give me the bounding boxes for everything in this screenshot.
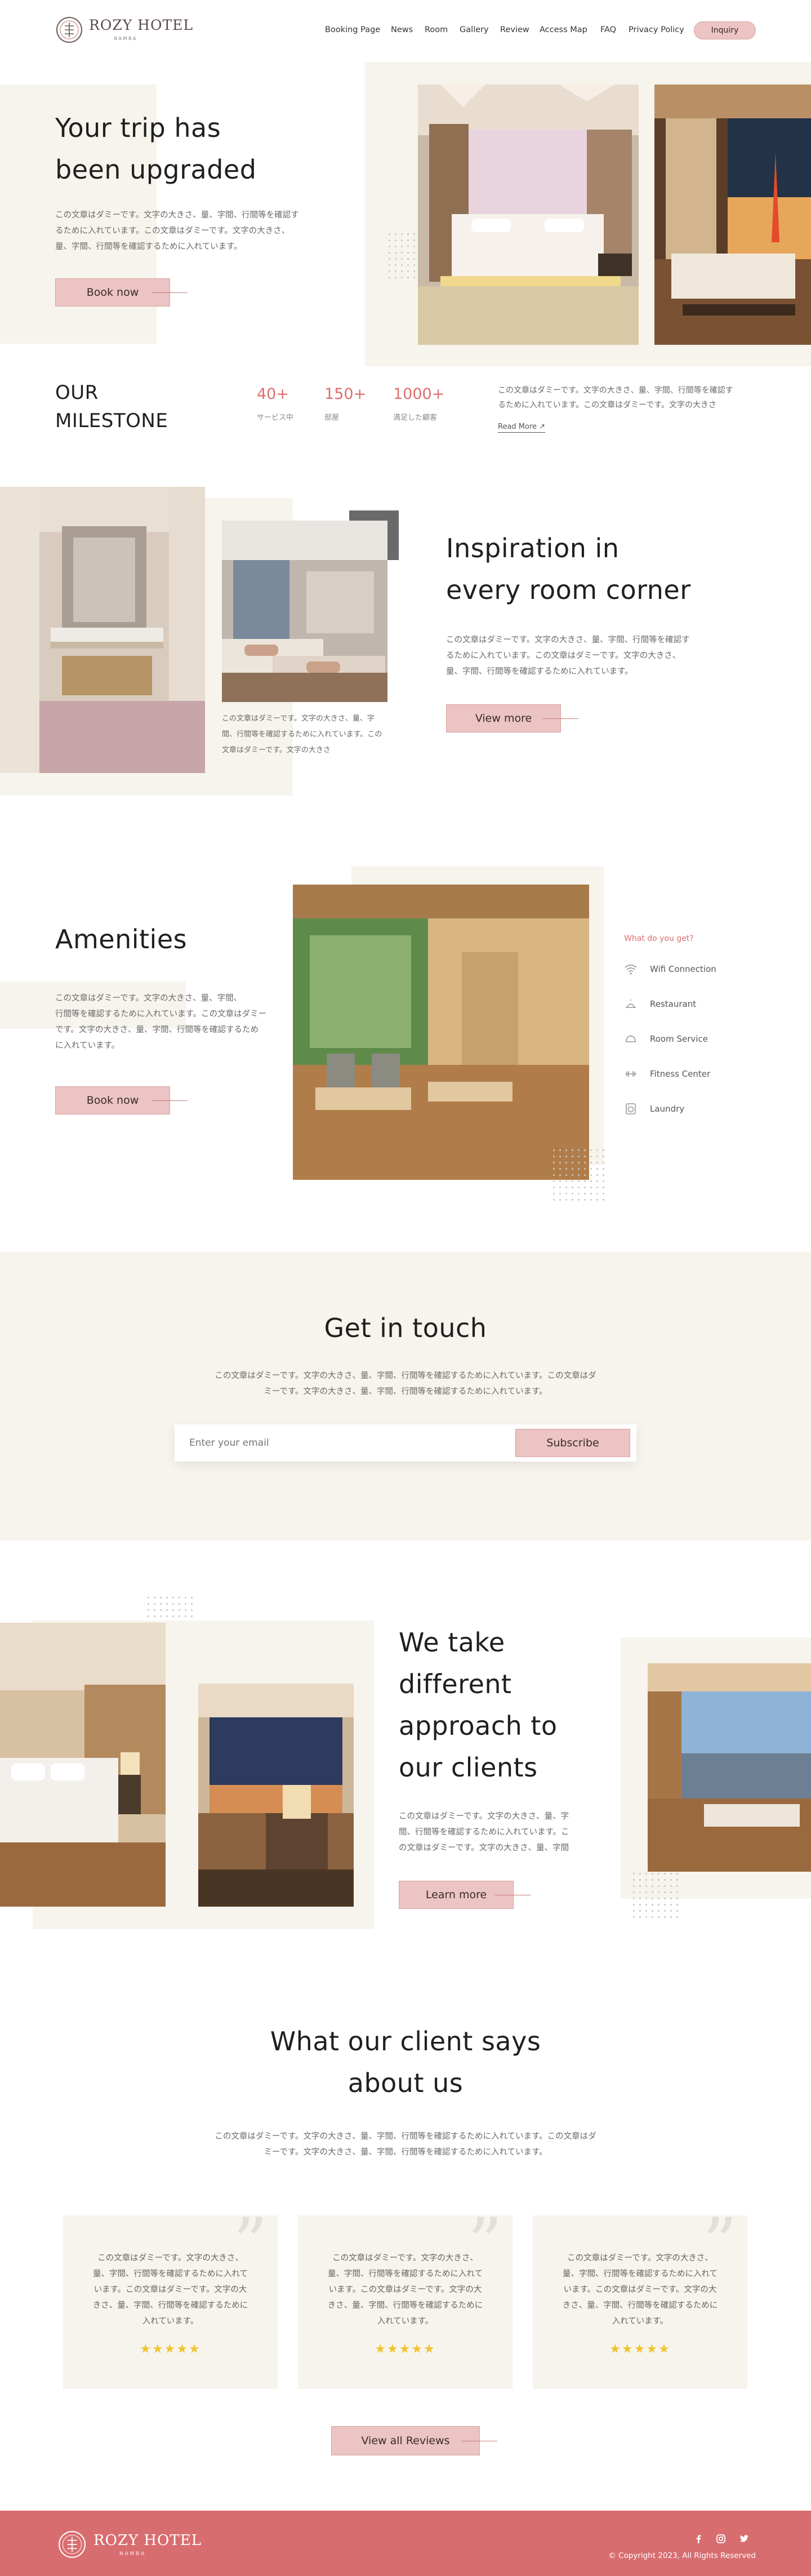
restaurant-image — [293, 885, 589, 1180]
milestone-stat-value-customers: 1000+ — [393, 385, 445, 403]
amenities-dot-pattern — [551, 1147, 607, 1203]
view-all-reviews-button[interactable]: View all Reviews — [331, 2426, 497, 2455]
amenities-title: Amenities — [55, 924, 188, 954]
contact-title: Get in touch — [324, 1313, 487, 1343]
milestone-stat-label-customers: 満足した顧客 — [393, 414, 438, 422]
amenities-text: この文章はダミーです。文字の大きさ、量、字間、 行間等を確認するために入れていま… — [55, 994, 267, 1050]
milestone-stat-value-rooms: 150+ — [324, 385, 367, 403]
nav-review[interactable]: Review — [500, 25, 529, 34]
nav-faq[interactable]: FAQ — [600, 25, 616, 34]
twitter-icon[interactable] — [739, 2534, 749, 2543]
footer-brand-sub: N A M B A — [119, 2551, 145, 2557]
approach-window-image — [198, 1684, 354, 1907]
restaurant-icon — [626, 1000, 636, 1008]
approach-city-view-image — [648, 1663, 811, 1872]
site-header: ROZY HOTEL N A M B A Booking Page News R… — [0, 0, 811, 62]
nav-booking-page[interactable]: Booking Page — [325, 25, 380, 34]
footer-social — [694, 2534, 756, 2546]
milestone-stat-label-rooms: 部屋 — [324, 414, 340, 422]
bathroom-image — [0, 487, 205, 773]
subscribe-form: Subscribe — [175, 1424, 636, 1462]
dumbbell-icon — [625, 1071, 636, 1077]
subscribe-button[interactable]: Subscribe — [515, 1429, 630, 1457]
laundry-icon — [626, 1103, 636, 1114]
review-text: この文章はダミーです。文字の大きさ、量、字間、行間等を確認するために入れています… — [92, 2254, 248, 2326]
review-stars: ★★★★★ — [375, 2342, 436, 2356]
milestone-text: この文章はダミーです。文字の大きさ、量、字間、行間等を確認す るために入れていま… — [498, 386, 733, 410]
facebook-icon[interactable] — [694, 2534, 703, 2543]
approach-room-image — [0, 1623, 166, 1907]
room-service-icon — [626, 1035, 636, 1042]
site-footer: ROZY HOTEL N A M B A © Copyright 2023, A… — [0, 2511, 811, 2576]
hero-room-image — [418, 85, 639, 345]
logo-emblem-icon — [56, 17, 82, 43]
amenity-laundry: Laundry — [624, 1102, 684, 1116]
amenity-restaurant: Restaurant — [624, 997, 696, 1011]
nav-room[interactable]: Room — [425, 25, 448, 34]
amenity-wifi: Wifi Connection — [624, 962, 716, 976]
review-card: ” この文章はダミーです。文字の大きさ、量、字間、行間等を確認するために入れてい… — [298, 2210, 513, 2389]
amenity-fitness: Fitness Center — [624, 1067, 710, 1081]
header-logo[interactable]: ROZY HOTEL N A M B A — [55, 16, 196, 44]
inspiration-text: この文章はダミーです。文字の大きさ、量、字間、行間等を確認す るために入れていま… — [446, 636, 690, 676]
instagram-icon[interactable] — [716, 2534, 725, 2543]
review-stars: ★★★★★ — [140, 2342, 201, 2356]
footer-brand-name: ROZY HOTEL — [93, 2532, 202, 2549]
inspiration-view-more-button[interactable]: View more — [446, 704, 578, 732]
nav-news[interactable]: News — [391, 25, 413, 34]
approach-text: この文章はダミーです。文字の大きさ、量、字 間、行間等を確認するために入れていま… — [399, 1812, 569, 1853]
review-card: ” この文章はダミーです。文字の大きさ、量、字間、行間等を確認するために入れてい… — [533, 2210, 747, 2389]
amenity-room-service: Room Service — [624, 1032, 708, 1046]
hero-book-now-button[interactable]: Book now — [55, 278, 188, 307]
milestone-stat-value-services: 40+ — [257, 385, 289, 403]
review-stars: ★★★★★ — [609, 2342, 671, 2356]
amenities-section: Amenities この文章はダミーです。文字の大きさ、量、字間、 行間等を確認… — [0, 862, 811, 1211]
hero-section: Your trip has been upgraded この文章はダミーです。文… — [0, 62, 811, 366]
approach-title: We take different approach to our client… — [399, 1627, 558, 1783]
milestone-title: OUR MILESTONE — [55, 381, 168, 432]
reviews-title: What our client says about us — [270, 2026, 541, 2098]
contact-text: この文章はダミーです。文字の大きさ、量、字間、行間等を確認するために入れています… — [215, 1371, 596, 1396]
wifi-icon — [625, 965, 637, 975]
inquiry-button[interactable]: Inquiry — [694, 21, 756, 39]
review-text: この文章はダミーです。文字の大きさ、量、字間、行間等を確認するために入れています… — [562, 2254, 718, 2326]
hero-tokyo-view-image — [654, 85, 811, 345]
approach-dot-pattern-bottom — [631, 1871, 681, 1921]
amenities-what-label: What do you get? — [624, 934, 694, 943]
footer-logo[interactable]: ROZY HOTEL N A M B A — [57, 2530, 215, 2560]
email-input[interactable] — [189, 1433, 493, 1453]
milestone-read-more-link[interactable]: Read More ↗ — [498, 423, 546, 433]
nav-access-map[interactable]: Access Map — [540, 25, 587, 34]
milestone-stat-label-services: サービス中 — [257, 414, 294, 422]
footer-copyright: © Copyright 2023, All Rights Reserved — [608, 2551, 756, 2560]
brand-name: ROZY HOTEL — [89, 17, 193, 33]
nav-privacy-policy[interactable]: Privacy Policy — [629, 25, 684, 34]
bedroom-image — [222, 521, 387, 702]
contact-section: Get in touch この文章はダミーです。文字の大きさ、量、字間、行間等を… — [0, 1252, 811, 1540]
review-text: この文章はダミーです。文字の大きさ、量、字間、行間等を確認するために入れています… — [327, 2254, 483, 2326]
hero-title: Your trip has been upgraded — [55, 113, 257, 185]
reviews-text: この文章はダミーです。文字の大きさ、量、字間、行間等を確認するために入れています… — [215, 2132, 596, 2157]
inspiration-title: Inspiration in every room corner — [446, 533, 691, 605]
inspiration-caption: この文章はダミーです。文字の大きさ、量、字 間、行間等を確認するために入れていま… — [222, 714, 382, 754]
brand-sub: N A M B A — [114, 36, 136, 41]
approach-section: We take different approach to our client… — [0, 1595, 811, 1944]
approach-learn-more-button[interactable]: Learn more — [399, 1881, 531, 1909]
logo-emblem-icon — [59, 2531, 86, 2558]
review-card: ” この文章はダミーです。文字の大きさ、量、字間、行間等を確認するために入れてい… — [63, 2210, 278, 2389]
amenities-book-now-button[interactable]: Book now — [55, 1086, 188, 1114]
inspiration-section: この文章はダミーです。文字の大きさ、量、字 間、行間等を確認するために入れていま… — [0, 487, 811, 797]
milestone-section: OUR MILESTONE 40+ サービス中 150+ 部屋 1000+ 満足… — [0, 366, 811, 479]
nav-gallery[interactable]: Gallery — [460, 25, 489, 34]
hero-text: この文章はダミーです。文字の大きさ、量、字間、行間等を確認す るために入れていま… — [55, 211, 299, 251]
